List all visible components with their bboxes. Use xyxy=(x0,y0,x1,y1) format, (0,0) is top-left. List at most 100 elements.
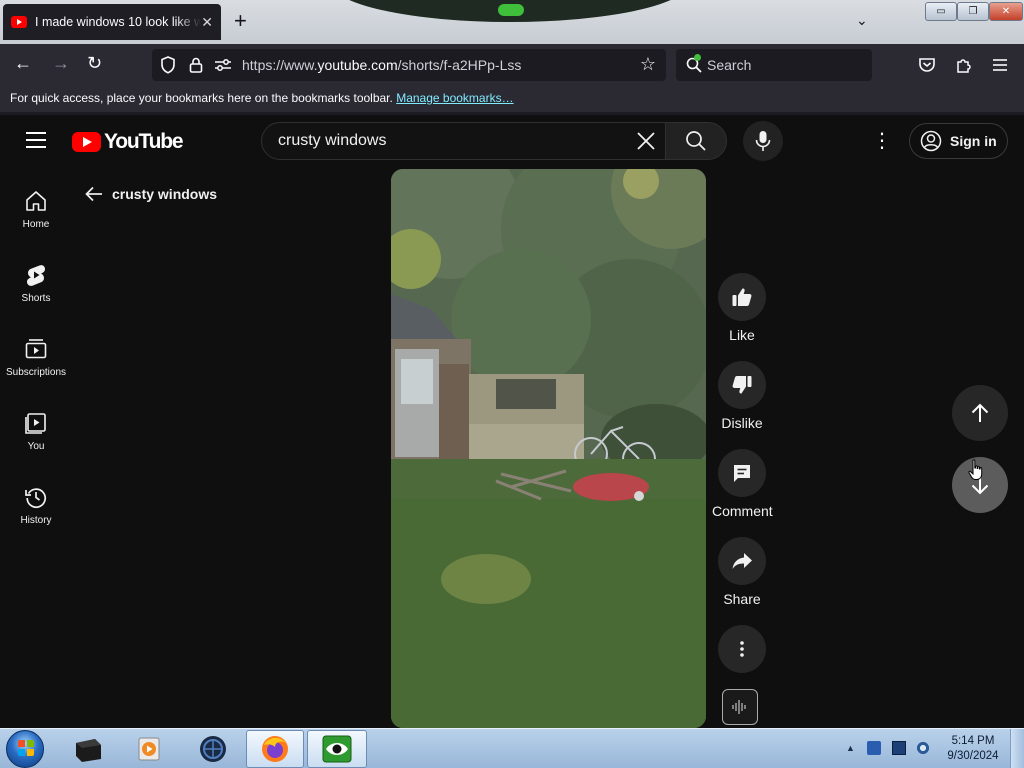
eye-app-icon xyxy=(322,735,352,763)
like-label: Like xyxy=(729,327,755,343)
media-player-icon xyxy=(138,737,160,761)
list-all-tabs-button[interactable]: ⌄ xyxy=(856,12,868,29)
back-button[interactable]: ← xyxy=(14,53,32,74)
browser-search-placeholder: Search xyxy=(707,57,752,73)
tab-close-icon[interactable]: ✕ xyxy=(201,14,213,31)
clock-time: 5:14 PM xyxy=(951,735,995,747)
like-icon-wrap[interactable] xyxy=(718,273,766,321)
clock-date: 9/30/2024 xyxy=(947,750,999,762)
guide-item-shorts[interactable]: Shorts xyxy=(0,263,72,304)
dislike-label: Dislike xyxy=(721,415,763,431)
show-hidden-icons-button[interactable]: ▲ xyxy=(846,743,855,753)
forward-button[interactable]: → xyxy=(52,53,70,74)
taskbar-app-eye[interactable] xyxy=(307,730,367,768)
dislike-button[interactable]: Dislike xyxy=(712,361,772,431)
extensions-puzzle-icon[interactable] xyxy=(955,56,973,74)
search-icon xyxy=(686,131,706,151)
audio-waveform-icon xyxy=(732,700,746,714)
tracking-protection-shield-icon[interactable] xyxy=(160,56,176,74)
start-button[interactable] xyxy=(6,730,44,768)
more-vertical-icon xyxy=(740,641,744,657)
youtube-logo-text: YouTube xyxy=(104,130,184,153)
tray-display-icon[interactable] xyxy=(892,741,906,755)
like-button[interactable]: Like xyxy=(712,273,772,343)
reload-button[interactable]: ↻ xyxy=(87,53,102,74)
lock-icon[interactable] xyxy=(189,56,203,74)
windows-taskbar: ▲ 5:14 PM 9/30/2024 xyxy=(0,728,1024,768)
system-clock[interactable]: 5:14 PM 9/30/2024 xyxy=(942,734,1004,764)
comment-icon xyxy=(734,465,750,482)
shorts-video-player[interactable] xyxy=(391,169,706,728)
arrow-up-icon xyxy=(971,403,989,422)
comment-button[interactable]: Comment xyxy=(712,449,773,519)
more-actions-icon-wrap[interactable] xyxy=(718,625,766,673)
taskbar-app-globe[interactable] xyxy=(185,730,241,768)
site-permissions-icon[interactable] xyxy=(214,58,232,72)
youtube-search-box[interactable]: crusty windows xyxy=(261,122,666,160)
share-button[interactable]: Share xyxy=(712,537,772,607)
new-tab-button[interactable]: + xyxy=(234,8,247,34)
voice-search-button[interactable] xyxy=(743,121,783,161)
manage-bookmarks-link[interactable]: Manage bookmarks… xyxy=(396,91,513,105)
tray-network-icon[interactable] xyxy=(867,741,881,755)
dislike-icon-wrap[interactable] xyxy=(718,361,766,409)
minimize-button[interactable]: ▭ xyxy=(925,2,957,21)
more-actions-button[interactable] xyxy=(712,625,772,673)
share-label: Share xyxy=(723,591,761,607)
firefox-icon xyxy=(262,736,288,762)
bookmark-star-icon[interactable]: ☆ xyxy=(640,54,656,75)
youtube-search-input[interactable]: crusty windows xyxy=(278,132,386,150)
youtube-search-button[interactable] xyxy=(665,122,727,160)
subscriptions-icon xyxy=(25,339,47,359)
audio-track-button[interactable] xyxy=(722,689,758,725)
youtube-logo[interactable]: YouTube xyxy=(72,130,184,154)
back-to-search-link[interactable]: crusty windows xyxy=(84,184,217,204)
taskbar-app-media-player[interactable] xyxy=(121,730,177,768)
url-text[interactable]: https://www.youtube.com/shorts/f-a2HPp-L… xyxy=(242,57,521,73)
close-window-button[interactable]: ✕ xyxy=(989,2,1023,21)
toolbar-divider xyxy=(0,112,1024,115)
windows-logo-icon xyxy=(18,740,34,756)
guide-item-subscriptions[interactable]: Subscriptions xyxy=(0,337,72,378)
comment-label: Comment xyxy=(712,503,773,519)
guide-label-shorts: Shorts xyxy=(21,293,51,304)
sign-in-button[interactable]: Sign in xyxy=(909,123,1008,159)
globe-app-icon xyxy=(200,736,226,762)
home-icon xyxy=(26,191,46,211)
arrow-left-icon xyxy=(85,186,102,202)
sign-in-label: Sign in xyxy=(950,133,997,149)
guide-item-history[interactable]: History xyxy=(0,485,72,526)
guide-menu-icon[interactable] xyxy=(26,132,46,148)
guide-item-you[interactable]: You xyxy=(0,411,72,452)
guide-item-home[interactable]: Home xyxy=(0,189,72,230)
taskbar-app-firefox[interactable] xyxy=(246,730,304,768)
you-icon xyxy=(25,413,46,434)
microphone-icon xyxy=(755,131,771,151)
tab-title: I made windows 10 look like windows 7 xyxy=(35,15,201,29)
url-bar[interactable]: https://www.youtube.com/shorts/f-a2HPp-L… xyxy=(152,49,666,81)
comment-icon-wrap[interactable] xyxy=(718,449,766,497)
shorts-icon xyxy=(27,265,45,286)
tray-volume-icon[interactable] xyxy=(916,741,930,755)
video-frame-image xyxy=(391,169,706,728)
show-desktop-button[interactable] xyxy=(1010,729,1024,768)
pocket-icon[interactable] xyxy=(918,56,936,74)
clear-search-icon[interactable] xyxy=(635,130,657,152)
settings-more-icon[interactable]: ⋮ xyxy=(872,128,892,153)
navigation-toolbar: ← → ↻ https://www.youtube.com/shorts/f-a… xyxy=(0,44,1024,86)
restore-button[interactable]: ❐ xyxy=(957,2,989,21)
bookmarks-toolbar: For quick access, place your bookmarks h… xyxy=(0,86,1024,112)
guide-label-home: Home xyxy=(22,219,50,230)
share-icon xyxy=(732,553,752,569)
share-icon-wrap[interactable] xyxy=(718,537,766,585)
app-menu-icon[interactable] xyxy=(992,58,1008,72)
bookmarks-toolbar-message: For quick access, place your bookmarks h… xyxy=(10,91,393,105)
previous-short-button[interactable] xyxy=(952,385,1008,441)
browser-search-box[interactable]: Search xyxy=(676,49,872,81)
taskbar-app-media-center[interactable] xyxy=(60,730,116,768)
title-bar-decoration-dot xyxy=(498,4,524,16)
browser-title-bar: I made windows 10 look like windows 7 ✕ … xyxy=(0,0,1024,44)
youtube-play-icon xyxy=(72,132,101,152)
browser-tab[interactable]: I made windows 10 look like windows 7 ✕ xyxy=(3,4,221,40)
black-box-app-icon xyxy=(76,739,101,762)
